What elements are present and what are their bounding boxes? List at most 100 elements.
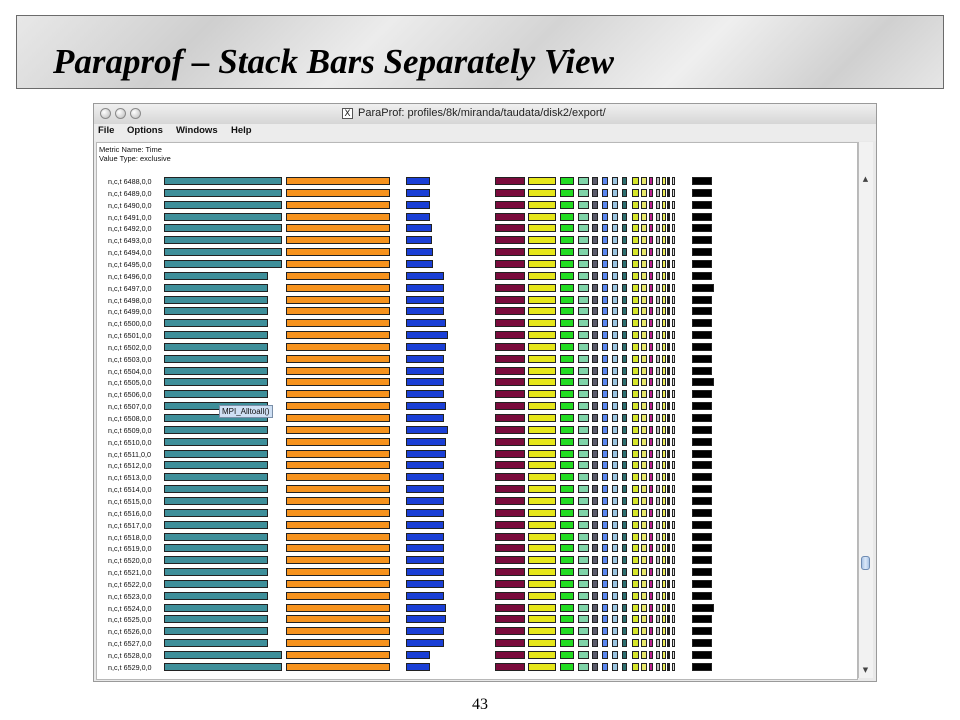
function-bar[interactable] [672,496,675,505]
table-row[interactable]: n,c,t 6497,0,0 [97,283,857,295]
function-bar[interactable] [667,259,670,268]
function-bar[interactable] [612,461,618,470]
function-bar[interactable] [495,496,525,505]
function-bar[interactable] [578,627,589,636]
function-bar[interactable] [692,248,712,257]
function-bar[interactable] [578,520,589,529]
function-bar[interactable] [612,271,618,280]
function-bar[interactable] [662,496,666,505]
function-bar[interactable] [612,520,618,529]
table-row[interactable]: n,c,t 6526,0,0 [97,626,857,638]
function-bar[interactable] [406,591,444,600]
function-bar[interactable] [286,425,390,434]
function-bar[interactable] [164,283,268,292]
function-bar[interactable] [528,532,556,541]
function-bar[interactable] [662,591,666,600]
function-bar[interactable] [641,307,647,316]
function-bar[interactable] [578,568,589,577]
function-bar[interactable] [164,485,268,494]
function-bar[interactable] [632,188,639,197]
function-bar[interactable] [406,212,430,221]
function-bar[interactable] [406,342,446,351]
function-bar[interactable] [612,591,618,600]
function-bar[interactable] [622,414,627,422]
function-bar[interactable] [622,662,627,671]
function-bar[interactable] [649,496,653,505]
function-bar[interactable] [578,639,589,648]
function-bar[interactable] [164,662,282,671]
function-bar[interactable] [602,579,608,588]
function-bar[interactable] [560,425,574,434]
function-bar[interactable] [672,615,675,624]
function-bar[interactable] [164,224,282,233]
function-bar[interactable] [495,437,525,446]
menu-windows[interactable]: Windows [176,125,218,136]
function-bar[interactable] [672,579,675,588]
function-bar[interactable] [692,319,712,328]
function-bar[interactable] [528,556,556,565]
function-bar[interactable] [632,177,639,185]
function-bar[interactable] [612,177,618,185]
function-bar[interactable] [406,425,448,434]
function-bar[interactable] [692,662,712,671]
function-bar[interactable] [612,390,618,399]
function-bar[interactable] [692,366,712,375]
function-bar[interactable] [286,354,390,363]
function-bar[interactable] [528,331,556,340]
function-bar[interactable] [692,579,712,588]
table-row[interactable]: n,c,t 6510,0,0 [97,437,857,449]
function-bar[interactable] [632,366,639,375]
function-bar[interactable] [528,342,556,351]
table-row[interactable]: n,c,t 6514,0,0 [97,484,857,496]
function-bar[interactable] [649,662,653,671]
function-bar[interactable] [602,449,608,458]
function-bar[interactable] [592,259,598,268]
function-bar[interactable] [692,520,712,529]
function-bar[interactable] [495,271,525,280]
function-bar[interactable] [641,461,647,470]
function-bar[interactable] [528,615,556,624]
function-bar[interactable] [560,496,574,505]
function-bar[interactable] [164,449,268,458]
function-bar[interactable] [528,402,556,411]
function-bar[interactable] [632,591,639,600]
function-bar[interactable] [578,402,589,411]
function-bar[interactable] [560,319,574,328]
function-bar[interactable] [164,651,282,659]
function-bar[interactable] [641,224,647,233]
function-bar[interactable] [528,283,556,292]
function-bar[interactable] [692,354,712,363]
function-bar[interactable] [649,331,653,340]
function-bar[interactable] [164,639,268,648]
function-bar[interactable] [692,591,712,600]
function-bar[interactable] [662,508,666,517]
function-bar[interactable] [286,271,390,280]
function-bar[interactable] [406,319,446,328]
function-bar[interactable] [578,248,589,257]
function-bar[interactable] [632,520,639,529]
function-bar[interactable] [612,627,618,636]
function-bar[interactable] [672,200,675,209]
function-bar[interactable] [495,366,525,375]
function-bar[interactable] [656,354,660,363]
function-bar[interactable] [667,366,670,375]
function-bar[interactable] [632,662,639,671]
function-bar[interactable] [406,662,430,671]
function-bar[interactable] [286,248,390,257]
function-bar[interactable] [578,295,589,304]
function-bar[interactable] [667,461,670,470]
function-bar[interactable] [528,354,556,363]
function-bar[interactable] [592,449,598,458]
function-bar[interactable] [692,449,712,458]
function-bar[interactable] [495,556,525,565]
function-bar[interactable] [632,354,639,363]
function-bar[interactable] [286,579,390,588]
function-bar[interactable] [612,378,618,387]
function-bar[interactable] [592,591,598,600]
function-bar[interactable] [528,496,556,505]
function-bar[interactable] [578,307,589,316]
function-bar[interactable] [632,627,639,636]
function-bar[interactable] [632,390,639,399]
function-bar[interactable] [406,556,444,565]
function-bar[interactable] [286,461,390,470]
